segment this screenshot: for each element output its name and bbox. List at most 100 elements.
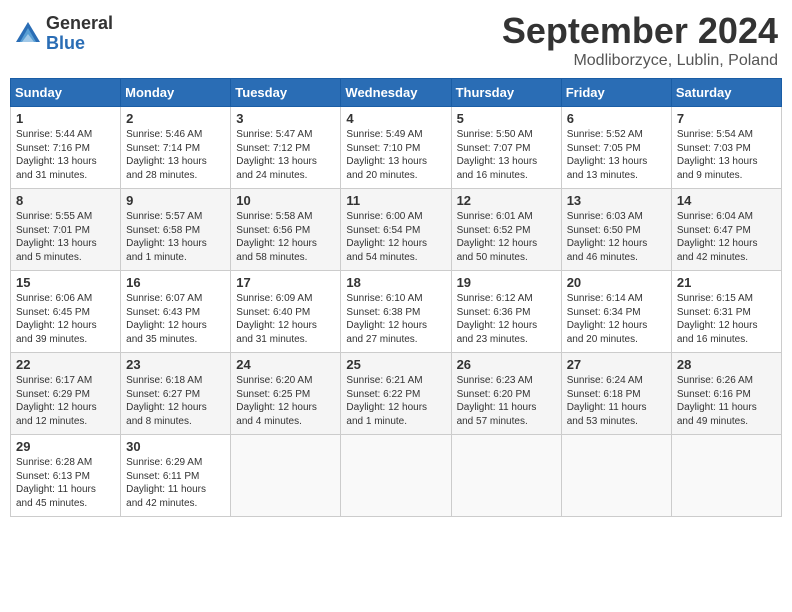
table-row: 27Sunrise: 6:24 AM Sunset: 6:18 PM Dayli…	[561, 353, 671, 435]
day-number: 11	[346, 193, 445, 208]
table-row: 16 Sunrise: 6:07 AM Sunset: 6:43 PM Dayli…	[121, 271, 231, 353]
day-number: 7	[677, 111, 776, 126]
table-row: 4 Sunrise: 5:49 AM Sunset: 7:10 PM Daylig…	[341, 107, 451, 189]
header-sunday: Sunday	[11, 79, 121, 107]
table-row: 19 Sunrise: 6:12 AM Sunset: 6:36 PM Dayli…	[451, 271, 561, 353]
day-number: 10	[236, 193, 335, 208]
logo-general: General	[46, 14, 113, 34]
table-row: 30 Sunrise: 6:29 AM Sunset: 6:11 PM Dayli…	[121, 435, 231, 517]
day-number: 9	[126, 193, 225, 208]
calendar-week-4: 22Sunrise: 6:17 AM Sunset: 6:29 PM Dayli…	[11, 353, 782, 435]
table-row	[341, 435, 451, 517]
header-tuesday: Tuesday	[231, 79, 341, 107]
table-row: 14 Sunrise: 6:04 AM Sunset: 6:47 PM Dayli…	[671, 189, 781, 271]
day-number: 3	[236, 111, 335, 126]
logo-icon	[14, 20, 42, 48]
day-info: Sunrise: 6:18 AM Sunset: 6:27 PM Dayligh…	[126, 374, 225, 428]
day-number: 17	[236, 275, 335, 290]
day-info: Sunrise: 6:15 AM Sunset: 6:31 PM Dayligh…	[677, 292, 776, 346]
calendar-week-3: 15 Sunrise: 6:06 AM Sunset: 6:45 PM Dayli…	[11, 271, 782, 353]
table-row: 24 Sunrise: 6:20 AM Sunset: 6:25 PM Dayli…	[231, 353, 341, 435]
day-info: Sunrise: 5:54 AM Sunset: 7:03 PM Dayligh…	[677, 128, 776, 182]
day-number: 29	[16, 439, 115, 454]
day-info: Sunrise: 6:03 AM Sunset: 6:50 PM Dayligh…	[567, 210, 666, 264]
day-number: 13	[567, 193, 666, 208]
table-row: 28 Sunrise: 6:26 AM Sunset: 6:16 PM Dayli…	[671, 353, 781, 435]
table-row: 2 Sunrise: 5:46 AM Sunset: 7:14 PM Daylig…	[121, 107, 231, 189]
day-info: Sunrise: 6:20 AM Sunset: 6:25 PM Dayligh…	[236, 374, 335, 428]
table-row: 7 Sunrise: 5:54 AM Sunset: 7:03 PM Daylig…	[671, 107, 781, 189]
day-number: 18	[346, 275, 445, 290]
calendar-table: Sunday Monday Tuesday Wednesday Thursday…	[10, 78, 782, 517]
day-number: 14	[677, 193, 776, 208]
day-info: Sunrise: 6:06 AM Sunset: 6:45 PM Dayligh…	[16, 292, 115, 346]
calendar-week-5: 29 Sunrise: 6:28 AM Sunset: 6:13 PM Dayli…	[11, 435, 782, 517]
day-number: 24	[236, 357, 335, 372]
table-row: 26Sunrise: 6:23 AM Sunset: 6:20 PM Dayli…	[451, 353, 561, 435]
month-title: September 2024	[502, 10, 778, 52]
title-block: September 2024 Modliborzyce, Lublin, Pol…	[502, 10, 778, 70]
location: Modliborzyce, Lublin, Poland	[502, 52, 778, 70]
day-number: 4	[346, 111, 445, 126]
header-thursday: Thursday	[451, 79, 561, 107]
day-info: Sunrise: 5:52 AM Sunset: 7:05 PM Dayligh…	[567, 128, 666, 182]
table-row: 5Sunrise: 5:50 AM Sunset: 7:07 PM Daylig…	[451, 107, 561, 189]
header-saturday: Saturday	[671, 79, 781, 107]
day-number: 1	[16, 111, 115, 126]
table-row	[561, 435, 671, 517]
day-info: Sunrise: 5:50 AM Sunset: 7:07 PM Dayligh…	[457, 128, 556, 182]
day-info: Sunrise: 5:47 AM Sunset: 7:12 PM Dayligh…	[236, 128, 335, 182]
day-info: Sunrise: 5:49 AM Sunset: 7:10 PM Dayligh…	[346, 128, 445, 182]
table-row: 12Sunrise: 6:01 AM Sunset: 6:52 PM Dayli…	[451, 189, 561, 271]
day-info: Sunrise: 6:07 AM Sunset: 6:43 PM Dayligh…	[126, 292, 225, 346]
table-row	[231, 435, 341, 517]
logo-text: General Blue	[46, 14, 113, 54]
day-number: 19	[457, 275, 556, 290]
day-info: Sunrise: 6:12 AM Sunset: 6:36 PM Dayligh…	[457, 292, 556, 346]
table-row: 10 Sunrise: 5:58 AM Sunset: 6:56 PM Dayli…	[231, 189, 341, 271]
day-info: Sunrise: 6:21 AM Sunset: 6:22 PM Dayligh…	[346, 374, 445, 428]
day-info: Sunrise: 6:01 AM Sunset: 6:52 PM Dayligh…	[457, 210, 556, 264]
day-info: Sunrise: 5:55 AM Sunset: 7:01 PM Dayligh…	[16, 210, 115, 264]
table-row: 18Sunrise: 6:10 AM Sunset: 6:38 PM Dayli…	[341, 271, 451, 353]
day-info: Sunrise: 5:44 AM Sunset: 7:16 PM Dayligh…	[16, 128, 115, 182]
day-number: 30	[126, 439, 225, 454]
day-info: Sunrise: 5:58 AM Sunset: 6:56 PM Dayligh…	[236, 210, 335, 264]
day-info: Sunrise: 6:28 AM Sunset: 6:13 PM Dayligh…	[16, 456, 115, 510]
day-number: 15	[16, 275, 115, 290]
table-row: 3 Sunrise: 5:47 AM Sunset: 7:12 PM Daylig…	[231, 107, 341, 189]
day-number: 28	[677, 357, 776, 372]
day-info: Sunrise: 6:29 AM Sunset: 6:11 PM Dayligh…	[126, 456, 225, 510]
day-info: Sunrise: 6:09 AM Sunset: 6:40 PM Dayligh…	[236, 292, 335, 346]
table-row: 15 Sunrise: 6:06 AM Sunset: 6:45 PM Dayli…	[11, 271, 121, 353]
table-row: 17 Sunrise: 6:09 AM Sunset: 6:40 PM Dayli…	[231, 271, 341, 353]
day-number: 8	[16, 193, 115, 208]
day-info: Sunrise: 5:57 AM Sunset: 6:58 PM Dayligh…	[126, 210, 225, 264]
day-number: 23	[126, 357, 225, 372]
day-number: 16	[126, 275, 225, 290]
table-row: 25 Sunrise: 6:21 AM Sunset: 6:22 PM Dayli…	[341, 353, 451, 435]
table-row: 23 Sunrise: 6:18 AM Sunset: 6:27 PM Dayli…	[121, 353, 231, 435]
day-number: 20	[567, 275, 666, 290]
day-number: 21	[677, 275, 776, 290]
table-row: 20 Sunrise: 6:14 AM Sunset: 6:34 PM Dayli…	[561, 271, 671, 353]
day-number: 22	[16, 357, 115, 372]
day-info: Sunrise: 6:26 AM Sunset: 6:16 PM Dayligh…	[677, 374, 776, 428]
calendar-week-1: 1 Sunrise: 5:44 AM Sunset: 7:16 PM Daylig…	[11, 107, 782, 189]
day-info: Sunrise: 6:14 AM Sunset: 6:34 PM Dayligh…	[567, 292, 666, 346]
table-row	[671, 435, 781, 517]
header-wednesday: Wednesday	[341, 79, 451, 107]
logo: General Blue	[14, 14, 113, 54]
calendar-week-2: 8 Sunrise: 5:55 AM Sunset: 7:01 PM Daylig…	[11, 189, 782, 271]
header-friday: Friday	[561, 79, 671, 107]
day-number: 2	[126, 111, 225, 126]
day-info: Sunrise: 6:00 AM Sunset: 6:54 PM Dayligh…	[346, 210, 445, 264]
days-header-row: Sunday Monday Tuesday Wednesday Thursday…	[11, 79, 782, 107]
table-row: 22Sunrise: 6:17 AM Sunset: 6:29 PM Dayli…	[11, 353, 121, 435]
day-info: Sunrise: 6:04 AM Sunset: 6:47 PM Dayligh…	[677, 210, 776, 264]
day-info: Sunrise: 6:24 AM Sunset: 6:18 PM Dayligh…	[567, 374, 666, 428]
day-info: Sunrise: 5:46 AM Sunset: 7:14 PM Dayligh…	[126, 128, 225, 182]
day-number: 25	[346, 357, 445, 372]
table-row: 8 Sunrise: 5:55 AM Sunset: 7:01 PM Daylig…	[11, 189, 121, 271]
page-header: General Blue September 2024 Modliborzyce…	[10, 10, 782, 70]
